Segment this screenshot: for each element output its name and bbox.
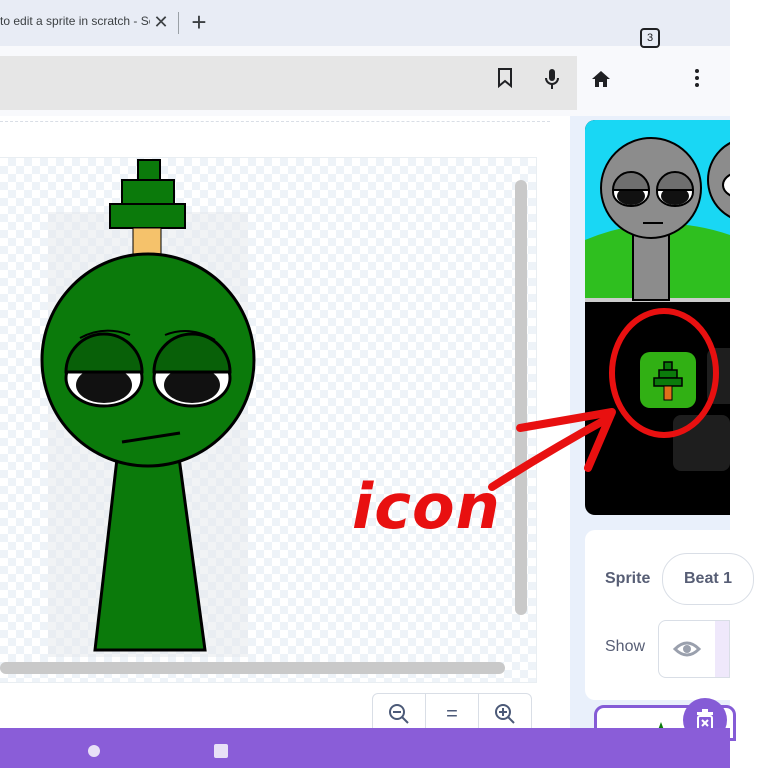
recents-nav-icon[interactable] [214, 744, 228, 758]
tree-icon [653, 361, 683, 401]
tab-divider [178, 12, 179, 34]
eye-icon[interactable] [659, 621, 715, 677]
tab-title[interactable]: to edit a sprite in scratch - Se [0, 14, 150, 32]
sprite-name-value[interactable]: Beat 1 [684, 570, 732, 588]
vertical-scrollbar[interactable] [515, 180, 527, 615]
tab-count-icon[interactable]: 3 [640, 28, 660, 48]
sprite-icon-highlighted[interactable] [640, 352, 696, 408]
more-options-icon[interactable] [683, 68, 711, 96]
horizontal-scrollbar[interactable] [0, 662, 505, 674]
browser-toolbar [0, 46, 730, 116]
show-toggle[interactable] [658, 620, 730, 678]
bookmark-icon[interactable] [491, 68, 519, 96]
home-icon[interactable] [587, 68, 615, 96]
green-character-costume[interactable] [0, 150, 300, 660]
new-tab-icon[interactable]: + [186, 8, 212, 36]
annotation-label: icon [352, 470, 501, 543]
sprite-label: Sprite [605, 570, 651, 587]
show-label: Show [605, 638, 646, 655]
stage-preview[interactable] [585, 120, 730, 515]
editor-top-divider [0, 121, 550, 123]
microphone-icon[interactable] [538, 68, 566, 96]
tab-close-icon[interactable]: ✕ [150, 10, 172, 34]
home-nav-icon[interactable] [88, 745, 100, 757]
hide-toggle-part[interactable] [715, 621, 729, 677]
system-nav-bar [0, 728, 730, 768]
stage-scene [585, 120, 730, 471]
